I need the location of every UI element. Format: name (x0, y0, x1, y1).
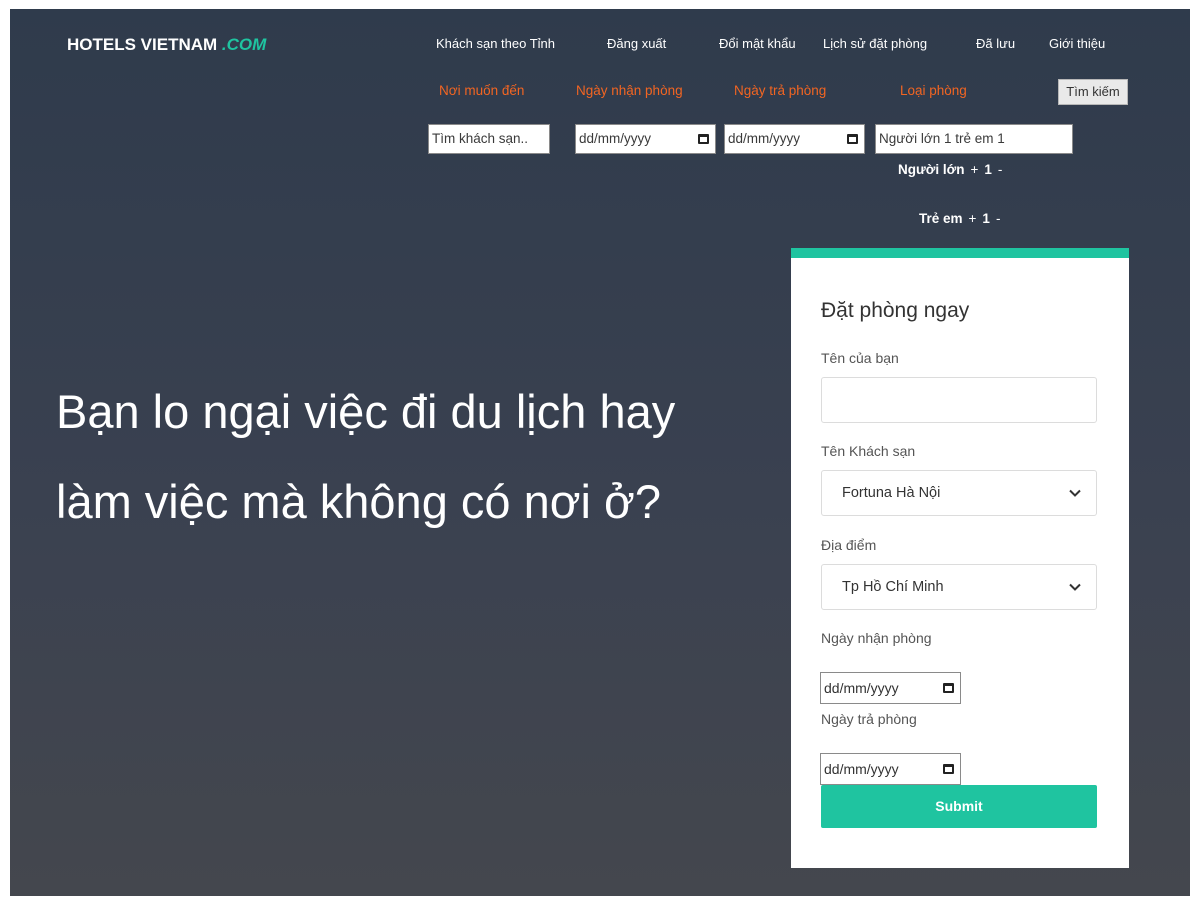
guests-input[interactable]: Người lớn 1 trẻ em 1 (875, 124, 1073, 154)
booking-checkin-value: dd/mm/yyyy (824, 680, 899, 696)
adults-minus-button[interactable]: - (998, 162, 1003, 177)
calendar-icon[interactable] (943, 764, 954, 774)
booking-checkout-label: Ngày trả phòng (821, 711, 917, 727)
hero-section: HOTELS VIETNAM .COM Khách sạn theo Tỉnh … (10, 9, 1190, 896)
chevron-down-icon (1069, 583, 1081, 591)
hero-headline: Bạn lo ngại việc đi du lịch hay làm việc… (56, 385, 676, 528)
children-minus-button[interactable]: - (996, 211, 1001, 226)
adults-count: 1 (984, 162, 992, 177)
location-select[interactable]: Tp Hồ Chí Minh (821, 564, 1097, 610)
brand-name: HOTELS VIETNAM (67, 35, 222, 54)
calendar-icon[interactable] (698, 134, 709, 144)
nav-link-hotels-by-province[interactable]: Khách sạn theo Tỉnh (436, 36, 555, 51)
location-label: Địa điểm (821, 537, 877, 553)
checkin-date-value: dd/mm/yyyy (579, 131, 652, 146)
checkout-label: Ngày trả phòng (734, 83, 827, 98)
nav-link-change-password[interactable]: Đổi mật khẩu (719, 36, 796, 51)
brand-domain: .COM (221, 35, 267, 54)
chevron-down-icon (1069, 489, 1081, 497)
nav-link-saved[interactable]: Đã lưu (976, 36, 1015, 51)
nav-link-logout[interactable]: Đăng xuất (607, 36, 666, 51)
nav-link-booking-history[interactable]: Lịch sử đặt phòng (823, 36, 927, 51)
booking-checkin-input[interactable]: dd/mm/yyyy (820, 672, 961, 704)
adults-counter: Người lớn +1- (898, 162, 1008, 177)
adults-label: Người lớn (898, 162, 965, 177)
booking-checkin-label: Ngày nhận phòng (821, 630, 932, 646)
submit-button[interactable]: Submit (821, 785, 1097, 828)
children-plus-button[interactable]: + (969, 211, 977, 226)
children-count: 1 (982, 211, 990, 226)
booking-checkout-value: dd/mm/yyyy (824, 761, 899, 777)
name-label: Tên của bạn (821, 350, 899, 366)
calendar-icon[interactable] (847, 134, 858, 144)
destination-input[interactable]: Tìm khách sạn.. (428, 124, 550, 154)
hotel-select-value: Fortuna Hà Nội (842, 485, 941, 501)
destination-label: Nơi muốn đến (439, 83, 525, 98)
brand-logo[interactable]: HOTELS VIETNAM .COM (67, 35, 266, 55)
children-counter: Trẻ em +1- (919, 211, 1006, 226)
nav-link-about[interactable]: Giới thiệu (1049, 36, 1105, 51)
booking-card: Đặt phòng ngay Tên của bạn Tên Khách sạn… (791, 248, 1129, 868)
hotel-select[interactable]: Fortuna Hà Nội (821, 470, 1097, 516)
booking-checkout-input[interactable]: dd/mm/yyyy (820, 753, 961, 785)
name-input[interactable] (821, 377, 1097, 423)
booking-title: Đặt phòng ngay (821, 299, 970, 322)
checkin-label: Ngày nhận phòng (576, 83, 683, 98)
room-type-label: Loại phòng (900, 83, 967, 98)
hotel-label: Tên Khách sạn (821, 443, 916, 459)
checkin-date-input[interactable]: dd/mm/yyyy (575, 124, 716, 154)
adults-plus-button[interactable]: + (970, 162, 978, 177)
search-button[interactable]: Tìm kiếm (1058, 79, 1128, 105)
calendar-icon[interactable] (943, 683, 954, 693)
checkout-date-input[interactable]: dd/mm/yyyy (724, 124, 865, 154)
location-select-value: Tp Hồ Chí Minh (842, 579, 944, 595)
checkout-date-value: dd/mm/yyyy (728, 131, 801, 146)
children-label: Trẻ em (919, 211, 963, 226)
